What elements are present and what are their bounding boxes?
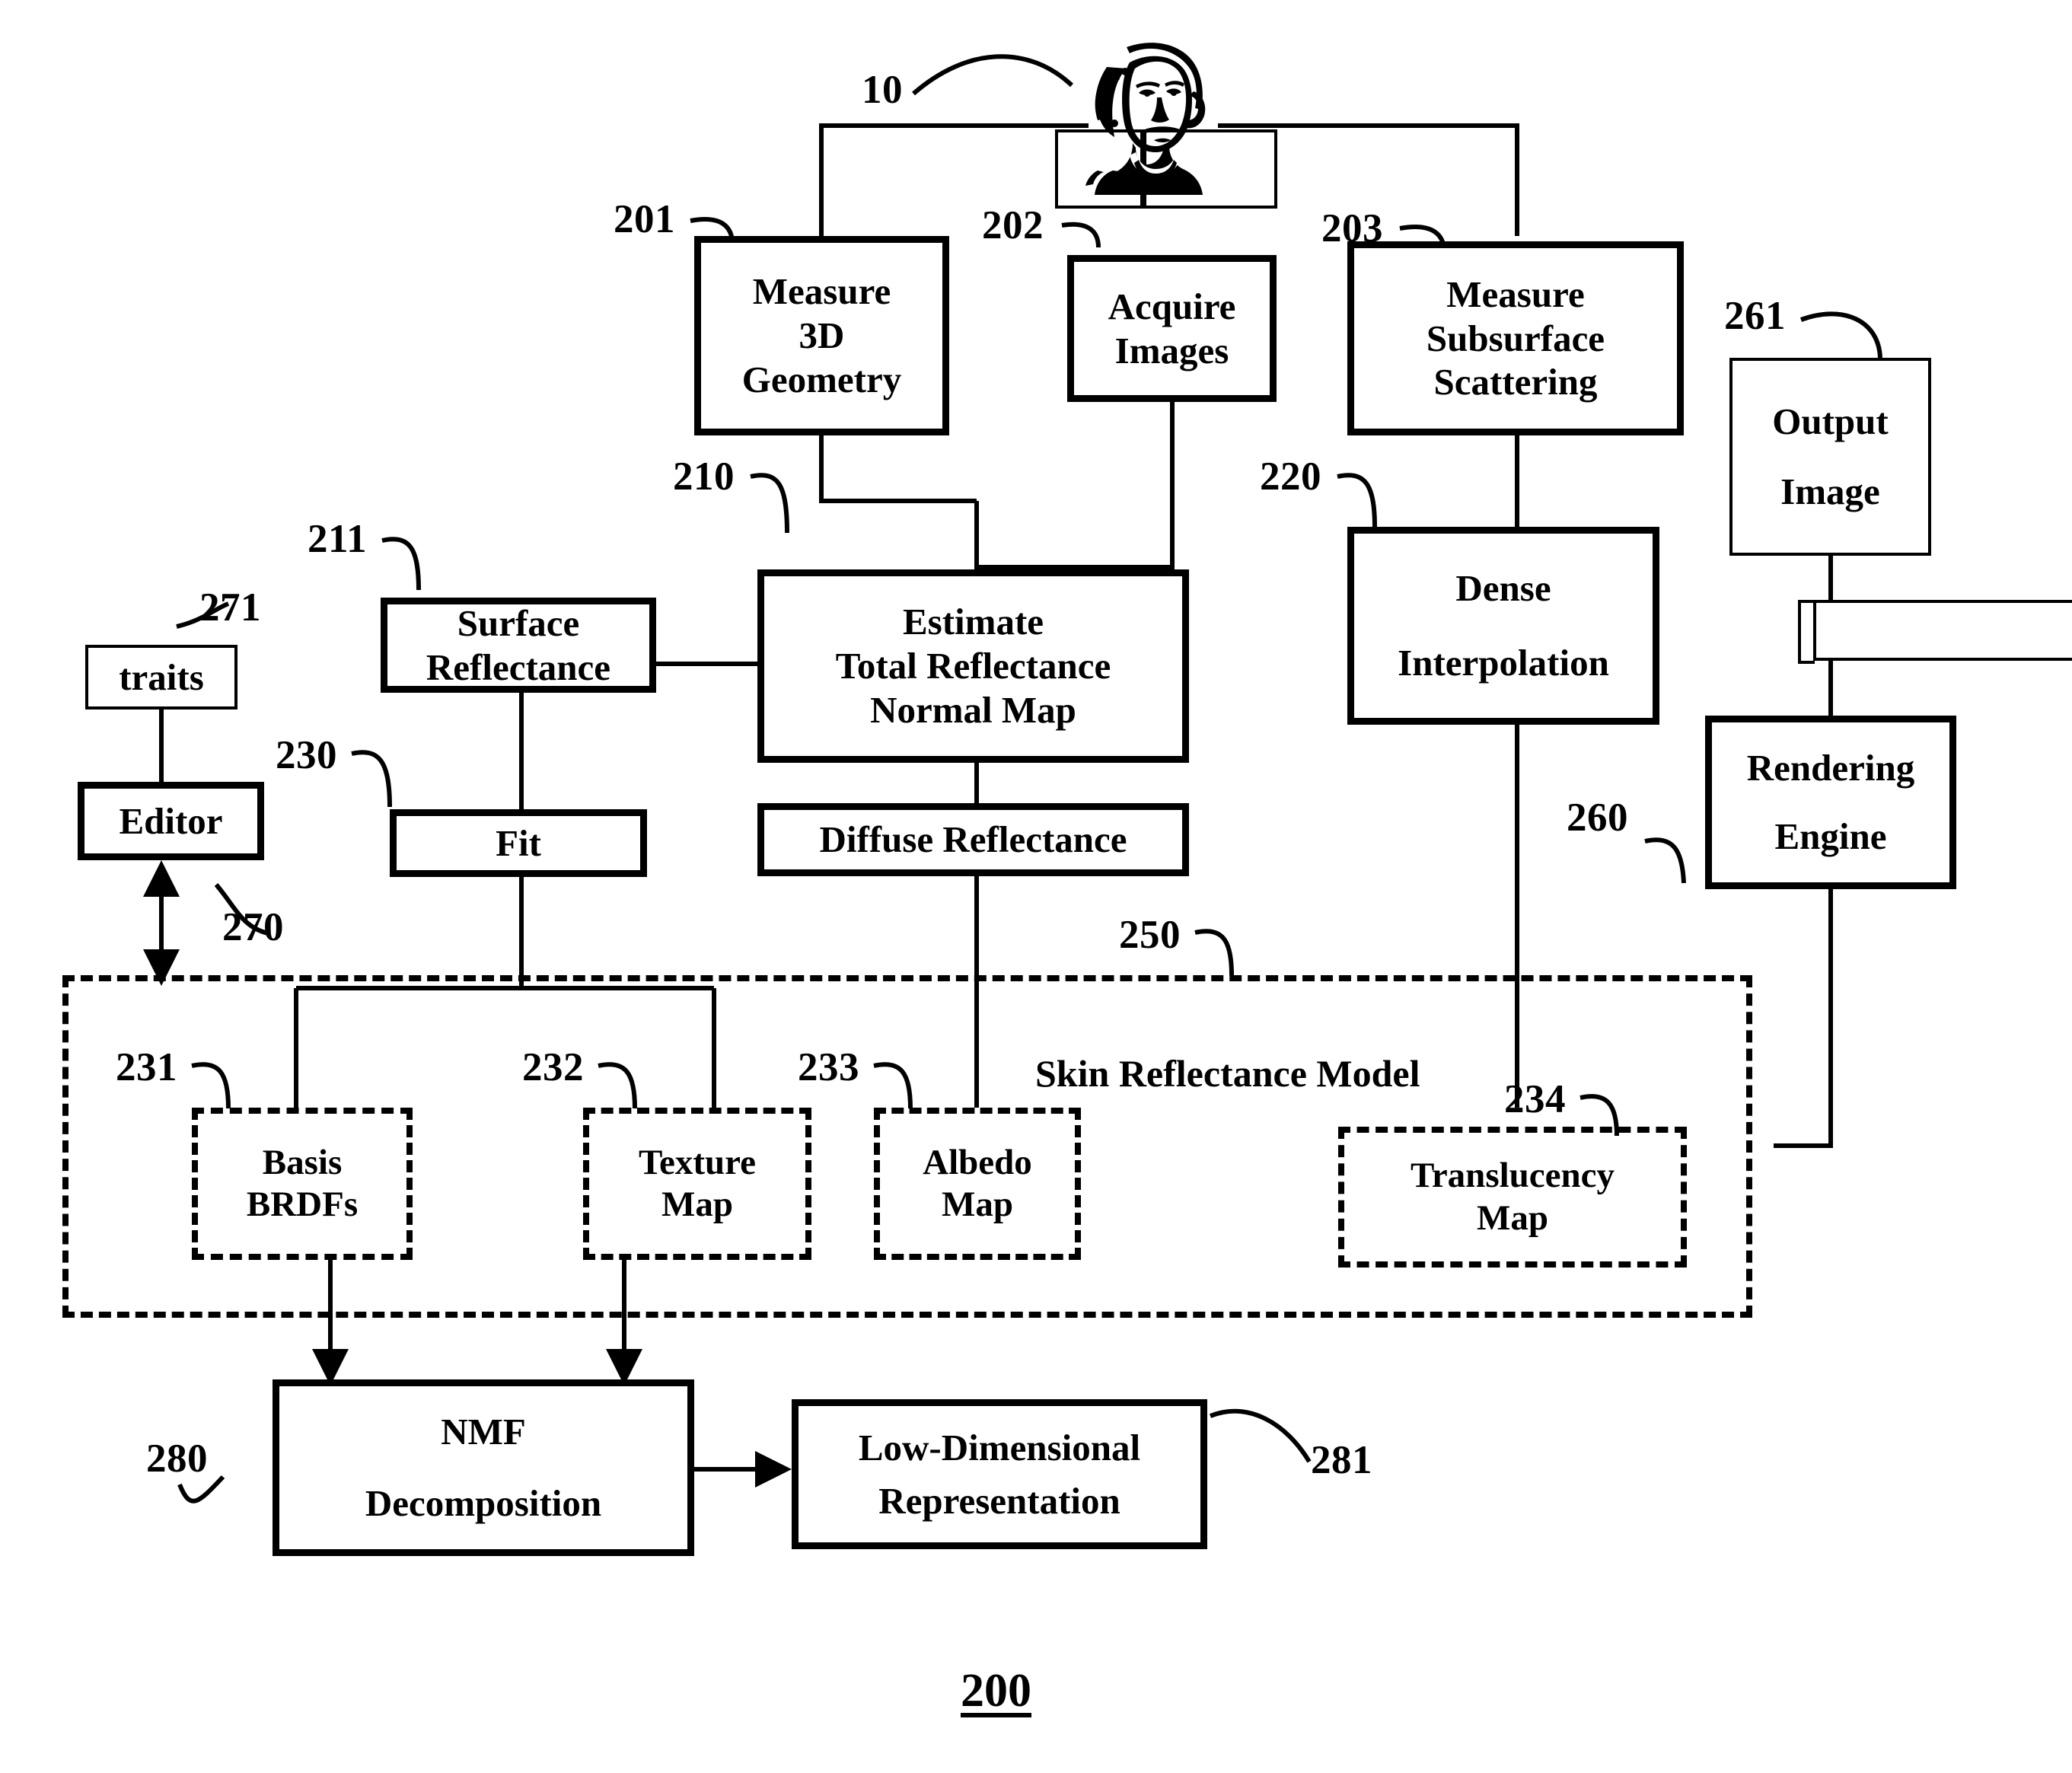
node-label-line1: Rendering [1746,747,1915,789]
node-label-line1: Acquire [1108,285,1236,327]
ref-210: 210 [673,454,735,499]
node-estimate-total-reflectance-normal-map[interactable]: Estimate Total Reflectance Normal Map [757,569,1189,763]
ref-202: 202 [982,203,1044,247]
patent-figure-canvas: Skin Reflectance Model Measure 3D Geomet… [0,0,2072,1773]
node-rendering-engine[interactable]: Rendering Engine [1705,716,1956,889]
node-traits[interactable]: traits [85,645,237,710]
ref-231: 231 [116,1045,177,1089]
bust-portrait-icon [1085,43,1206,195]
node-dense-interpolation[interactable]: Dense Interpolation [1347,527,1659,725]
node-albedo-map[interactable]: Albedo Map [874,1108,1081,1260]
node-label-line3: Normal Map [870,688,1076,731]
node-output-image[interactable]: Output Image [1729,358,1931,556]
node-label-line2: Representation [878,1479,1120,1522]
node-label-line1: Measure [1446,273,1585,315]
skin-reflectance-model-title: Skin Reflectance Model [1035,1051,1420,1096]
ref-281: 281 [1311,1438,1372,1482]
node-label-line1: Measure [752,270,891,313]
node-label-line2: Images [1114,329,1229,372]
figure-number: 200 [961,1665,1031,1717]
node-label-line2: 3D [799,314,845,357]
node-label-line1: Estimate [902,601,1044,643]
node-label-line1: Fit [496,821,541,864]
node-label-line2: Reflectance [426,646,611,688]
skin-model-title-line2: Model [1316,1052,1420,1095]
blank-strip-left-bracket [1798,600,1801,664]
ref-270: 270 [222,905,284,949]
node-diffuse-reflectance[interactable]: Diffuse Reflectance [757,803,1189,876]
node-label-line2: Decomposition [365,1482,602,1524]
ref-230: 230 [276,733,337,777]
node-label-line2: Interpolation [1398,642,1609,684]
node-acquire-images[interactable]: Acquire Images [1067,255,1277,402]
blank-strip-bracket-top [1798,600,1815,603]
skin-model-title-line1: Skin Reflectance [1035,1052,1307,1095]
ref-250: 250 [1119,913,1181,957]
ref-280: 280 [146,1437,208,1481]
node-basis-brdfs[interactable]: Basis BRDFs [192,1108,413,1260]
node-label-line1: Editor [119,799,223,842]
node-label-line2: Image [1780,470,1880,512]
node-label-line1: Diffuse Reflectance [819,818,1127,861]
ref-10: 10 [862,68,903,112]
ref-233: 233 [798,1045,859,1089]
ref-232: 232 [522,1045,584,1089]
ref-261: 261 [1724,294,1786,338]
ref-211: 211 [308,517,368,561]
node-nmf-decomposition[interactable]: NMF Decomposition [273,1379,694,1556]
node-label-line1: Surface [457,601,580,644]
ref-203: 203 [1321,206,1383,250]
node-label-line2: Map [661,1185,733,1224]
ref-220: 220 [1260,454,1321,499]
node-label-line1: Dense [1455,567,1551,610]
node-translucency-map[interactable]: Translucency Map [1338,1127,1687,1268]
ref-234: 234 [1504,1077,1566,1121]
node-label-line1: traits [119,655,204,698]
node-low-dimensional-representation[interactable]: Low-Dimensional Representation [792,1399,1207,1549]
node-label-line2: Subsurface [1426,317,1605,359]
node-label-line1: Albedo [923,1142,1032,1182]
node-label-line2: Map [1477,1197,1548,1238]
ref-260: 260 [1567,796,1628,840]
node-label-line2: Total Reflectance [835,645,1111,687]
node-label-line1: Basis [262,1142,343,1182]
node-fit[interactable]: Fit [390,809,647,877]
node-label-line1: Texture [638,1142,757,1182]
node-label-line2: Map [942,1185,1013,1224]
blank-strip-bracket-bottom [1798,661,1815,664]
node-label-line1: NMF [441,1411,526,1453]
node-surface-reflectance[interactable]: Surface Reflectance [381,598,656,693]
node-label-line2: BRDFs [246,1185,359,1224]
node-texture-map[interactable]: Texture Map [583,1108,811,1260]
node-blank-strip[interactable] [1813,600,2072,661]
node-label-line1: Output [1772,400,1889,443]
node-label-line1: Low-Dimensional [858,1426,1141,1468]
node-measure-subsurface-scattering[interactable]: Measure Subsurface Scattering [1347,241,1684,435]
node-editor[interactable]: Editor [78,782,264,860]
node-measure-3d-geometry[interactable]: Measure 3D Geometry [694,236,949,435]
node-label-line3: Scattering [1433,361,1598,403]
ref-201: 201 [614,197,675,241]
node-label-line3: Geometry [741,358,902,400]
ref-271: 271 [199,585,261,630]
node-label-line2: Engine [1774,815,1887,857]
node-label-line1: Translucency [1410,1156,1615,1196]
